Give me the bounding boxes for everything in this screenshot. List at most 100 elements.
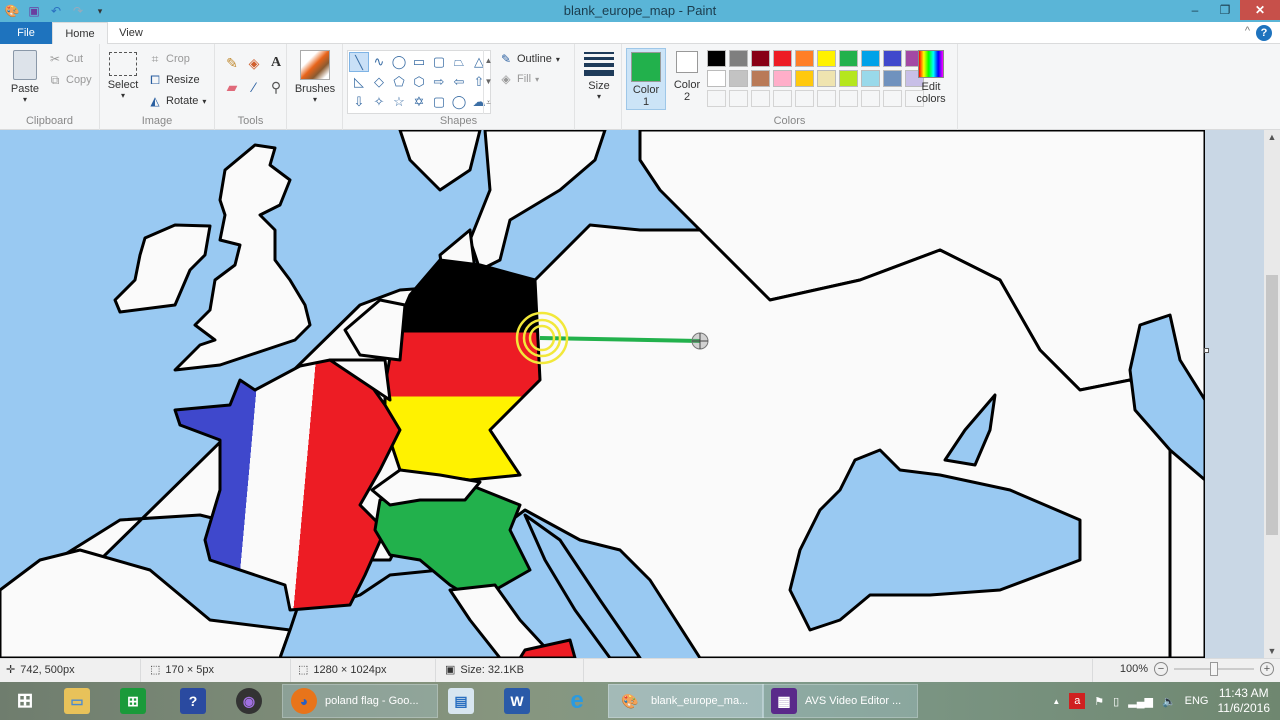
palette-swatch[interactable]	[751, 50, 770, 67]
palette-swatch[interactable]	[883, 50, 902, 67]
color1-button[interactable]: Color 1	[626, 48, 666, 110]
minimize-button[interactable]: –	[1180, 0, 1210, 20]
palette-swatch[interactable]	[839, 50, 858, 67]
diamond-shape-icon[interactable]: ◇	[369, 72, 389, 92]
language-indicator[interactable]: ENG	[1185, 695, 1209, 707]
taskbar-paint[interactable]: 🎨 blank_europe_ma...	[608, 684, 764, 718]
palette-swatch[interactable]	[729, 90, 748, 107]
battery-icon[interactable]: ▯	[1113, 695, 1119, 708]
rounded-callout-shape-icon[interactable]: ▢	[429, 92, 449, 112]
tab-view[interactable]: View	[108, 22, 154, 44]
pentagon-shape-icon[interactable]: ⬠	[389, 72, 409, 92]
show-hidden-icons[interactable]: ▲	[1052, 697, 1060, 706]
palette-swatch[interactable]	[861, 90, 880, 107]
taskbar-firefox[interactable]: ◕ poland flag - Goo...	[282, 684, 438, 718]
outline-button[interactable]: ✎ Outline ▾	[499, 52, 560, 66]
vertical-scrollbar[interactable]: ▲ ▼	[1264, 130, 1280, 658]
zoom-slider[interactable]	[1174, 662, 1254, 676]
palette-swatch[interactable]	[795, 50, 814, 67]
action-center-flag-icon[interactable]: ⚑	[1094, 695, 1104, 708]
color-picker-icon[interactable]: ⁄	[243, 78, 265, 96]
drawing-canvas[interactable]	[0, 130, 1205, 658]
taskbar-internet-explorer[interactable]: e	[556, 684, 590, 718]
taskbar-avs-video-editor[interactable]: ▦ AVS Video Editor ...	[762, 684, 918, 718]
four-point-star-shape-icon[interactable]: ✧	[369, 92, 389, 112]
crop-button[interactable]: ⌗ Crop	[148, 52, 190, 66]
text-tool-icon[interactable]: A	[265, 54, 287, 72]
shapes-scrollbar[interactable]: ▲ ▼ ⩡	[483, 50, 493, 114]
palette-swatch[interactable]	[707, 70, 726, 87]
fill-button[interactable]: ◈ Fill ▾	[499, 72, 539, 86]
left-arrow-shape-icon[interactable]: ⇦	[449, 72, 469, 92]
five-point-star-shape-icon[interactable]: ☆	[389, 92, 409, 112]
taskbar-file-explorer[interactable]: ▭	[56, 684, 90, 718]
canvas-resize-handle[interactable]	[1204, 348, 1209, 353]
polygon-shape-icon[interactable]: ⏢	[449, 52, 469, 72]
rectangle-shape-icon[interactable]: ▭	[409, 52, 429, 72]
scroll-down-icon[interactable]: ▼	[484, 71, 493, 92]
close-button[interactable]: ✕	[1240, 0, 1280, 20]
palette-swatch[interactable]	[795, 90, 814, 107]
resize-button[interactable]: ⧠ Resize	[148, 73, 199, 87]
tab-home[interactable]: Home	[52, 22, 108, 45]
help-icon[interactable]: ?	[1256, 25, 1272, 41]
palette-swatch[interactable]	[817, 70, 836, 87]
palette-swatch[interactable]	[861, 50, 880, 67]
edit-colors-button[interactable]: Edit colors	[914, 50, 948, 105]
zoom-slider-thumb[interactable]	[1210, 662, 1218, 676]
right-triangle-shape-icon[interactable]: ◺	[349, 72, 369, 92]
palette-swatch[interactable]	[861, 70, 880, 87]
six-point-star-shape-icon[interactable]: ✡	[409, 92, 429, 112]
canvas-area[interactable]	[0, 130, 1264, 658]
color2-button[interactable]: Color 2	[668, 51, 706, 103]
pencil-icon[interactable]: ✎	[221, 54, 243, 72]
size-button[interactable]: Size ▾	[579, 52, 619, 101]
brushes-button[interactable]: Brushes ▾	[293, 50, 337, 104]
taskbar-control-panel[interactable]: ▤	[440, 684, 474, 718]
palette-swatch[interactable]	[795, 70, 814, 87]
brushes-group[interactable]: Brushes ▾	[287, 44, 343, 130]
palette-swatch[interactable]	[751, 70, 770, 87]
palette-swatch[interactable]	[883, 70, 902, 87]
clock[interactable]: 11:43 AM 11/6/2016	[1218, 686, 1271, 716]
palette-swatch[interactable]	[883, 90, 902, 107]
palette-swatch[interactable]	[729, 50, 748, 67]
taskbar-store[interactable]: ⊞	[112, 684, 146, 718]
rounded-rectangle-shape-icon[interactable]: ▢	[429, 52, 449, 72]
palette-swatch[interactable]	[707, 50, 726, 67]
antivirus-icon[interactable]: a	[1069, 693, 1086, 709]
palette-swatch[interactable]	[729, 70, 748, 87]
palette-swatch[interactable]	[839, 70, 858, 87]
line-shape-icon[interactable]: ╲	[349, 52, 369, 72]
right-arrow-shape-icon[interactable]: ⇨	[429, 72, 449, 92]
palette-swatch[interactable]	[773, 90, 792, 107]
palette-swatch[interactable]	[751, 90, 770, 107]
europe-map[interactable]	[0, 130, 1205, 658]
magnifier-icon[interactable]: ⚲	[265, 78, 287, 96]
oval-shape-icon[interactable]: ◯	[389, 52, 409, 72]
scroll-up-arrow[interactable]: ▲	[1264, 132, 1280, 142]
collapse-ribbon-button[interactable]: ^	[1245, 25, 1250, 37]
palette-swatch[interactable]	[817, 90, 836, 107]
palette-swatch[interactable]	[839, 90, 858, 107]
hexagon-shape-icon[interactable]: ⬡	[409, 72, 429, 92]
taskbar-help[interactable]: ?	[172, 684, 206, 718]
rotate-button[interactable]: ◭ Rotate ▾	[148, 94, 206, 108]
zoom-in-button[interactable]: +	[1260, 662, 1274, 676]
expand-gallery-icon[interactable]: ⩡	[484, 92, 493, 113]
cut-button[interactable]: ✂ Cut	[48, 52, 83, 66]
scroll-down-arrow[interactable]: ▼	[1264, 646, 1280, 656]
palette-swatch[interactable]	[817, 50, 836, 67]
start-button[interactable]: ⊞	[4, 684, 38, 718]
down-arrow-shape-icon[interactable]: ⇩	[349, 92, 369, 112]
palette-swatch[interactable]	[773, 70, 792, 87]
palette-swatch[interactable]	[707, 90, 726, 107]
network-signal-icon[interactable]: ▂▄▆	[1128, 695, 1153, 708]
scroll-up-icon[interactable]: ▲	[484, 50, 493, 71]
volume-icon[interactable]: 🔈	[1162, 695, 1176, 708]
scrollbar-thumb[interactable]	[1266, 275, 1278, 535]
taskbar-word[interactable]: W	[496, 684, 530, 718]
paste-button[interactable]: Paste ▾	[6, 50, 44, 104]
maximize-button[interactable]: ❐	[1210, 0, 1240, 20]
curve-shape-icon[interactable]: ∿	[369, 52, 389, 72]
